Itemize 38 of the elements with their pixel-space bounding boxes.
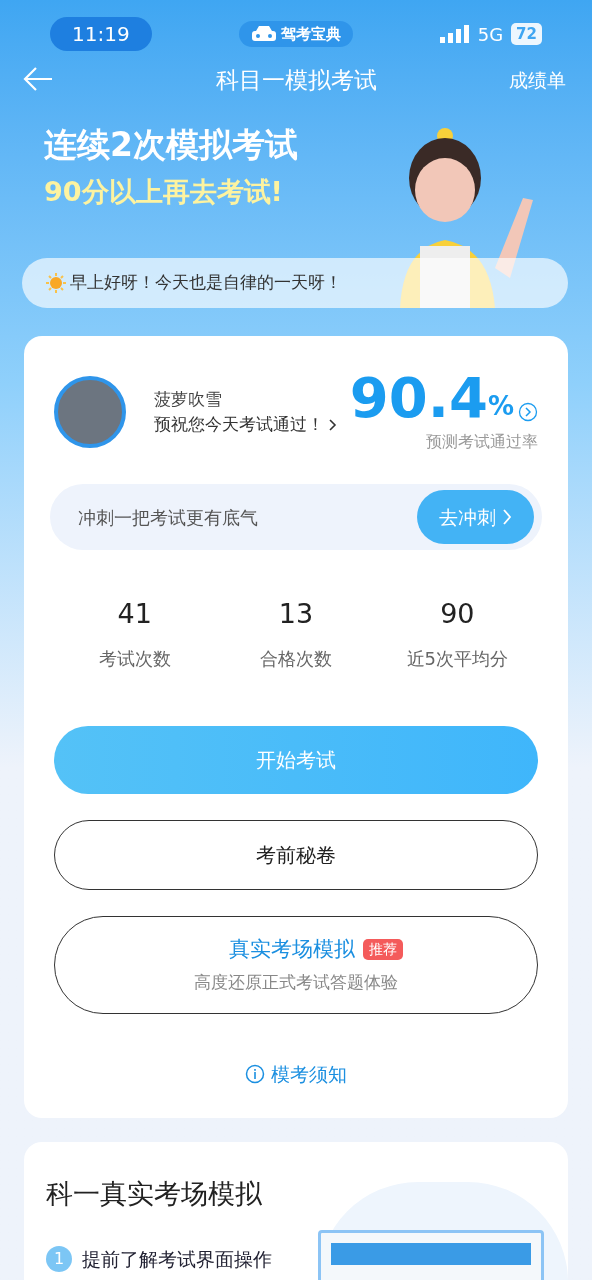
signal-icon xyxy=(439,25,470,43)
user-name: 菠萝吹雪 xyxy=(154,387,223,411)
wish-text: 预祝您今天考试通过！ xyxy=(154,413,324,436)
step-text: 提前了解考试界面操作 xyxy=(82,1246,272,1272)
report-link[interactable]: 成绩单 xyxy=(509,66,566,95)
start-exam-button[interactable]: 开始考试 xyxy=(54,725,538,794)
section-title: 科一真实考场模拟 xyxy=(46,1177,263,1211)
pass-rate-unit: % xyxy=(487,390,514,423)
stat-label: 合格次数 xyxy=(259,646,333,671)
pass-rate-label: 预测考试通过率 xyxy=(426,431,538,453)
banner-subheadline: 90分以上再去考试! xyxy=(44,174,284,209)
recommend-tag: 推荐 xyxy=(363,939,403,961)
pass-rate: 90.4 xyxy=(349,370,488,426)
chevron-right-icon xyxy=(328,417,338,432)
exam-notice-link[interactable]: 模考须知 xyxy=(245,1059,347,1088)
page-title: 科目一模拟考试 xyxy=(215,65,377,95)
car-icon xyxy=(250,25,277,43)
sprint-text: 冲刺一把考试更有底气 xyxy=(78,505,258,530)
back-arrow-icon xyxy=(22,66,54,92)
greeting-text: 早上好呀！今天也是自律的一天呀！ xyxy=(70,271,342,295)
sprint-button[interactable]: 去冲刺 xyxy=(417,490,534,544)
feature-subtitle: 高度还原正式考试答题体验 xyxy=(194,970,398,994)
step-number: 1 xyxy=(46,1245,72,1272)
stat-value: 90 xyxy=(439,597,476,631)
battery-level: 72 xyxy=(511,22,542,46)
feature-title: 真实考场模拟 xyxy=(229,936,355,963)
stat-label: 考试次数 xyxy=(97,646,172,671)
network-label: 5G xyxy=(477,22,504,47)
info-icon xyxy=(245,1063,265,1084)
sun-icon xyxy=(46,273,66,293)
chevron-right-icon xyxy=(502,508,512,526)
stat-label: 近5次平均分 xyxy=(405,646,510,671)
stat-value: 13 xyxy=(277,597,315,631)
status-time: 11:19 xyxy=(50,17,152,51)
chevron-circle-icon[interactable] xyxy=(518,402,538,422)
stat-value: 41 xyxy=(116,597,153,631)
banner-headline: 连续2次模拟考试 xyxy=(44,124,299,166)
back-button[interactable] xyxy=(22,66,54,92)
